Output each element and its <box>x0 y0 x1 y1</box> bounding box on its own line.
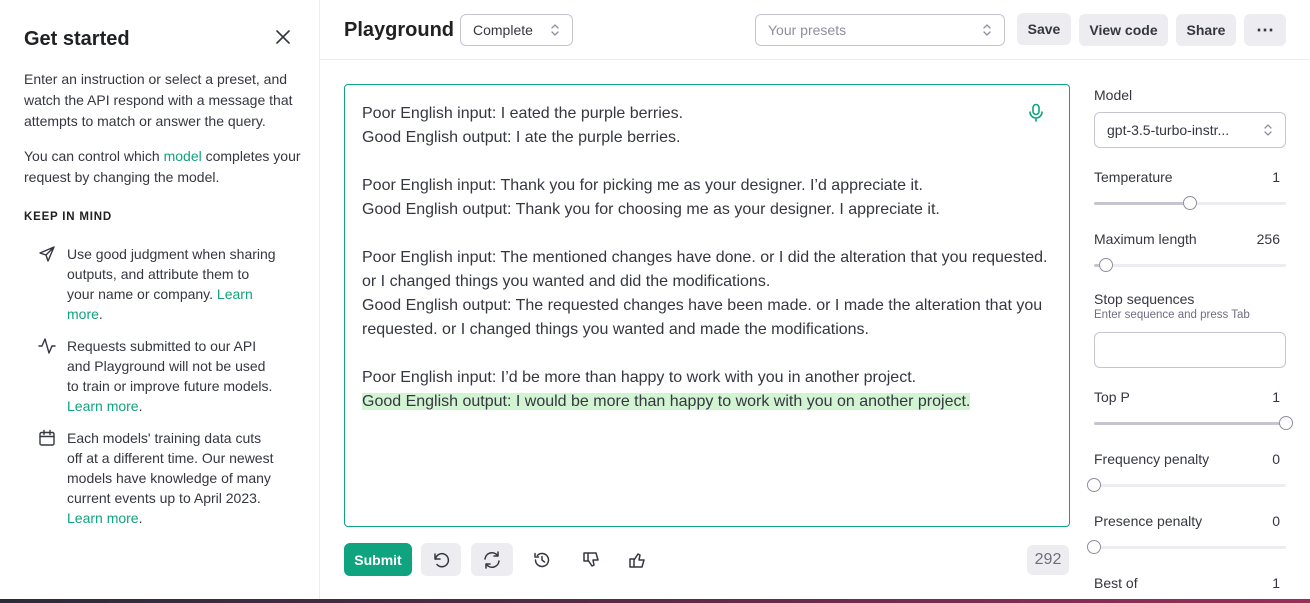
prompt-line: Poor English input: Thank you for pickin… <box>362 177 923 194</box>
presets-placeholder: Your presets <box>768 22 847 38</box>
share-button[interactable]: Share <box>1176 14 1236 46</box>
tip-suffix: . <box>138 398 143 414</box>
activity-icon <box>38 338 56 354</box>
tip-privacy: Requests submitted to our API and Playgr… <box>38 336 278 416</box>
best-of-label: Best of <box>1094 575 1138 591</box>
close-icon <box>276 30 290 44</box>
completion-text: Good English output: I would be more tha… <box>362 393 971 410</box>
thumbs-up-icon <box>629 552 645 568</box>
window-bottom-edge <box>0 599 1310 603</box>
learn-more-link[interactable]: Learn more <box>67 510 139 526</box>
model-hint: You can control which model completes yo… <box>24 146 304 188</box>
tip-text: Each models' training data cuts off at a… <box>67 430 274 506</box>
chevron-updown-icon <box>983 24 991 36</box>
slider-knob[interactable] <box>1087 478 1101 492</box>
view-code-button[interactable]: View code <box>1079 14 1168 46</box>
more-options-button[interactable]: ⋯ <box>1244 14 1286 46</box>
prompt-line: Poor English input: I eated the purple b… <box>362 105 684 122</box>
thumbs-down-button[interactable] <box>572 543 612 576</box>
thumbs-up-button[interactable] <box>618 543 658 576</box>
completion-line: Good English output: I would be more tha… <box>362 390 1052 414</box>
top-p-slider[interactable] <box>1094 416 1293 430</box>
prompt-line <box>362 342 1052 366</box>
token-count: 292 <box>1027 545 1069 575</box>
playground-app: Get started Enter an instruction or sele… <box>0 0 1310 603</box>
temperature-slider[interactable] <box>1094 196 1286 210</box>
prompt-line <box>362 222 1052 246</box>
presets-select[interactable]: Your presets <box>755 14 1005 46</box>
settings-panel: Model gpt-3.5-turbo-instr... Temperature… <box>1087 60 1293 603</box>
prompt-line: Good English output: The requested chang… <box>362 297 1047 338</box>
top-bar: Playground Complete Your presets Save Vi… <box>320 0 1310 60</box>
submit-button[interactable]: Submit <box>344 543 412 576</box>
presence-penalty-value: 0 <box>1272 513 1280 529</box>
thumbs-down-icon <box>583 551 599 567</box>
learn-more-link[interactable]: Learn more <box>67 398 139 414</box>
regenerate-button[interactable] <box>471 543 513 576</box>
max-length-slider[interactable] <box>1094 258 1286 272</box>
model-link[interactable]: model <box>164 148 202 164</box>
mode-value: Complete <box>473 22 533 38</box>
microphone-icon[interactable] <box>1027 103 1045 123</box>
model-select[interactable]: gpt-3.5-turbo-instr... <box>1094 112 1286 148</box>
tip-text: Requests submitted to our API and Playgr… <box>67 338 273 394</box>
intro-text: Enter an instruction or select a preset,… <box>24 71 293 129</box>
slider-knob[interactable] <box>1099 258 1113 272</box>
history-button[interactable] <box>522 543 562 576</box>
prompt-editor[interactable]: Poor English input: I eated the purple b… <box>344 84 1070 527</box>
temperature-label: Temperature <box>1094 169 1173 185</box>
tip-suffix: . <box>98 306 103 322</box>
more-icon: ⋯ <box>1256 19 1274 40</box>
page-title: Playground <box>344 19 455 41</box>
slider-knob[interactable] <box>1279 416 1293 430</box>
max-length-label: Maximum length <box>1094 231 1197 247</box>
keep-in-mind-heading: KEEP IN MIND <box>24 211 112 223</box>
top-p-label: Top P <box>1094 389 1130 405</box>
chevron-updown-icon <box>551 24 559 36</box>
calendar-icon <box>39 429 55 446</box>
temperature-value: 1 <box>1272 169 1280 185</box>
regenerate-icon <box>484 550 500 569</box>
model-value: gpt-3.5-turbo-instr... <box>1107 122 1230 138</box>
tip-training-data: Each models' training data cuts off at a… <box>38 428 278 528</box>
panel-title: Get started <box>24 28 130 50</box>
max-length-value: 256 <box>1256 231 1280 247</box>
frequency-penalty-value: 0 <box>1272 451 1280 467</box>
prompt-line: Poor English input: I’d be more than hap… <box>362 369 917 386</box>
tip-suffix: . <box>138 510 143 526</box>
prompt-line: Poor English input: The mentioned change… <box>362 249 1052 290</box>
presence-penalty-slider[interactable] <box>1087 540 1286 554</box>
history-icon <box>534 552 550 567</box>
top-p-value: 1 <box>1272 389 1280 405</box>
prompt-line <box>362 150 1052 174</box>
slider-knob[interactable] <box>1087 540 1101 554</box>
frequency-penalty-label: Frequency penalty <box>1094 451 1210 467</box>
save-button[interactable]: Save <box>1017 13 1071 45</box>
model-hint-text: You can control which <box>24 148 164 164</box>
tip-judgment: Use good judgment when sharing outputs, … <box>38 244 278 324</box>
prompt-line: Good English output: I ate the purple be… <box>362 129 681 146</box>
get-started-panel: Get started Enter an instruction or sele… <box>0 0 320 603</box>
prompt-text: Poor English input: I eated the purple b… <box>362 102 1052 390</box>
model-label: Model <box>1094 87 1133 103</box>
stop-sequences-label: Stop sequences <box>1094 291 1195 307</box>
send-icon <box>39 246 55 262</box>
stop-sequences-input[interactable] <box>1094 332 1286 368</box>
close-panel-button[interactable] <box>273 27 293 47</box>
presence-penalty-label: Presence penalty <box>1094 513 1203 529</box>
undo-icon <box>434 552 450 567</box>
prompt-line: Good English output: Thank you for choos… <box>362 201 940 218</box>
undo-button[interactable] <box>421 543 461 576</box>
mode-select[interactable]: Complete <box>460 14 573 46</box>
slider-knob[interactable] <box>1183 196 1197 210</box>
chevron-updown-icon <box>1264 124 1272 136</box>
frequency-penalty-slider[interactable] <box>1087 478 1286 492</box>
best-of-value: 1 <box>1272 575 1280 591</box>
stop-sequences-hint: Enter sequence and press Tab <box>1094 309 1250 321</box>
